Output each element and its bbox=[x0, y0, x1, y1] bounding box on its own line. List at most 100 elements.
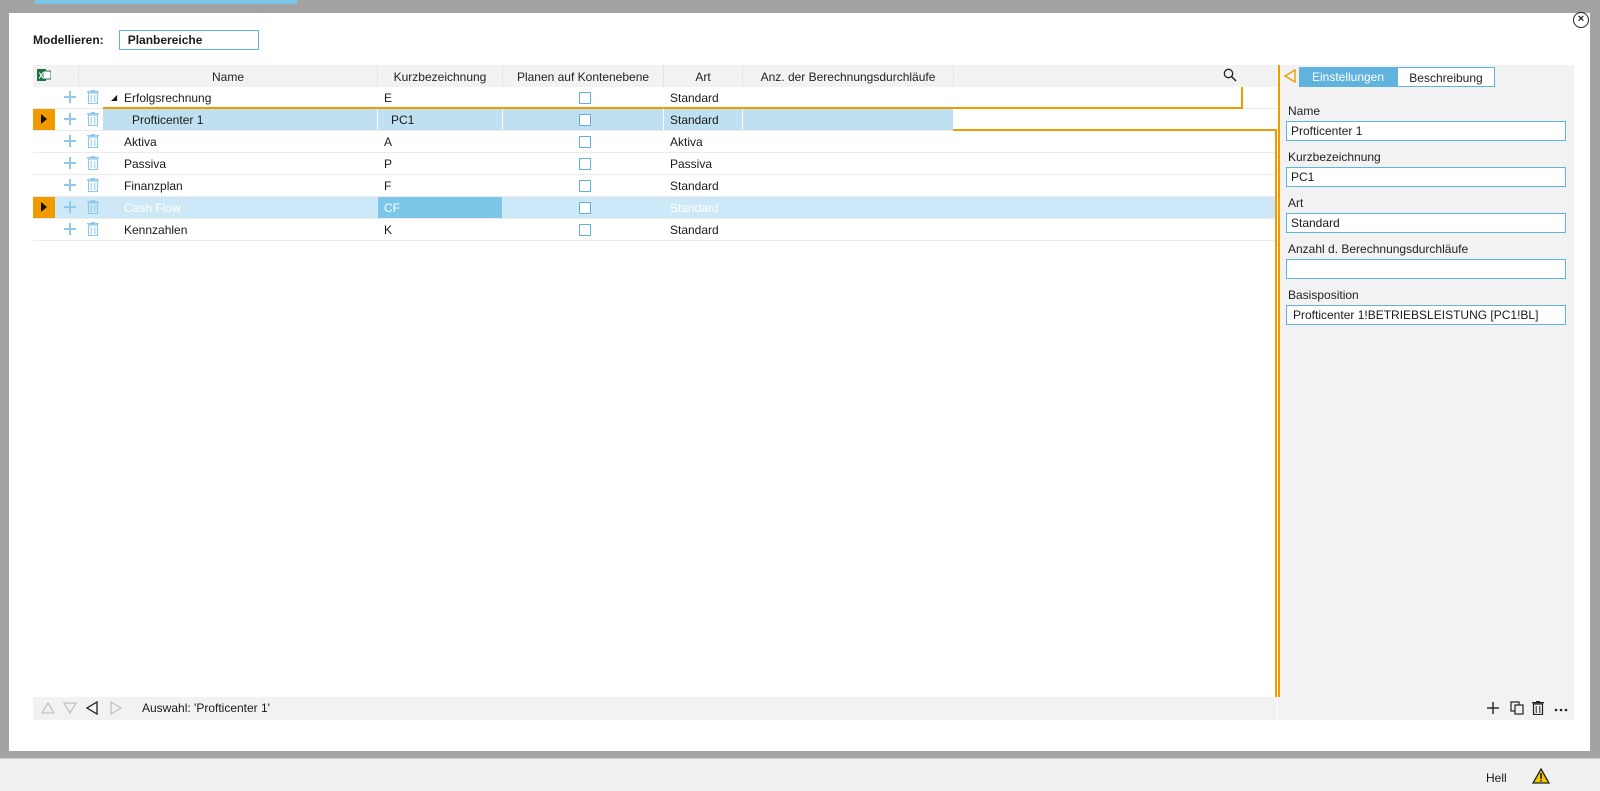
cell-divider bbox=[502, 109, 503, 130]
header-separator bbox=[953, 65, 954, 87]
add-child-icon[interactable] bbox=[64, 91, 76, 103]
expand-toggle-icon[interactable]: ◢ bbox=[111, 87, 119, 108]
row-divider bbox=[33, 240, 1277, 241]
cell-divider bbox=[663, 109, 664, 130]
trash-icon[interactable] bbox=[87, 200, 99, 214]
row-short: F bbox=[384, 179, 392, 193]
add-child-icon[interactable] bbox=[64, 223, 76, 235]
trash-icon[interactable] bbox=[87, 90, 99, 104]
more-icon[interactable] bbox=[1554, 701, 1568, 715]
add-child-icon[interactable] bbox=[64, 179, 76, 191]
field-label-art: Art bbox=[1288, 196, 1304, 210]
table-row[interactable]: Kennzahlen K Standard bbox=[33, 219, 1277, 240]
close-icon[interactable]: × bbox=[1573, 12, 1589, 28]
runs-field[interactable] bbox=[1286, 259, 1566, 279]
tab-einstellungen[interactable]: Einstellungen bbox=[1299, 67, 1397, 87]
excel-icon[interactable]: X bbox=[37, 68, 52, 82]
row-art: Standard bbox=[670, 179, 719, 193]
collapse-left-icon[interactable] bbox=[1283, 68, 1296, 84]
col-header-name[interactable]: Name bbox=[79, 65, 377, 87]
selection-status-text: Auswahl: 'Profticenter 1' bbox=[142, 701, 270, 715]
field-label-name: Name bbox=[1288, 104, 1321, 118]
selection-outline bbox=[1275, 129, 1277, 720]
add-child-icon[interactable] bbox=[64, 135, 76, 147]
plus-icon[interactable] bbox=[1486, 701, 1500, 715]
app-footer: Hell bbox=[0, 758, 1600, 791]
move-left-icon[interactable] bbox=[85, 700, 99, 716]
row-short: E bbox=[384, 91, 393, 105]
col-header-kurzbezeichnung[interactable]: Kurzbezeichnung bbox=[378, 65, 502, 87]
modeling-label: Modellieren: bbox=[33, 33, 104, 47]
table-row[interactable]: Finanzplan F Standard bbox=[33, 175, 1277, 196]
table-row-selected[interactable]: Profticenter 1 PC1 Standard bbox=[33, 109, 1277, 130]
row-name: Cash Flow bbox=[124, 201, 181, 215]
row-art: Standard bbox=[670, 91, 719, 105]
svg-text:X: X bbox=[39, 72, 45, 81]
trash-icon[interactable] bbox=[87, 222, 99, 236]
row-name: Erfolgsrechnung bbox=[124, 91, 212, 105]
plan-account-checkbox[interactable] bbox=[579, 158, 591, 170]
plan-account-checkbox[interactable] bbox=[579, 136, 591, 148]
name-field[interactable]: Profticenter 1 bbox=[1286, 121, 1566, 141]
row-indicator-icon bbox=[33, 109, 55, 130]
row-short: CF bbox=[384, 201, 400, 215]
plan-account-checkbox[interactable] bbox=[579, 114, 591, 126]
modeling-row: Modellieren: Planbereiche bbox=[33, 29, 259, 51]
row-name: Passiva bbox=[124, 157, 167, 171]
trash-icon[interactable] bbox=[87, 178, 99, 192]
table-row-hover[interactable]: Cash Flow CF Standard bbox=[33, 197, 1277, 218]
modeling-selector[interactable]: Planbereiche bbox=[118, 30, 259, 50]
trash-icon[interactable] bbox=[87, 156, 99, 170]
window-title-accent bbox=[35, 0, 297, 4]
warning-icon[interactable] bbox=[1531, 767, 1551, 784]
col-header-runs[interactable]: Anz. der Berechnungsdurchläufe bbox=[743, 65, 953, 87]
row-name: Kennzahlen bbox=[124, 223, 188, 237]
row-art: Standard bbox=[670, 113, 719, 127]
move-up-icon[interactable] bbox=[41, 701, 55, 715]
trash-icon[interactable] bbox=[87, 112, 99, 126]
row-short: A bbox=[384, 135, 393, 149]
type-field[interactable]: Standard bbox=[1286, 213, 1566, 233]
trash-icon[interactable] bbox=[1532, 701, 1546, 716]
panel-left-border bbox=[1278, 65, 1280, 720]
plan-account-checkbox[interactable] bbox=[579, 92, 591, 104]
table-row[interactable]: Passiva P Passiva bbox=[33, 153, 1277, 174]
short-name-field[interactable]: PC1 bbox=[1286, 167, 1566, 187]
selection-outline bbox=[103, 107, 1243, 109]
selection-outline bbox=[953, 129, 1277, 131]
plan-account-checkbox[interactable] bbox=[579, 224, 591, 236]
base-position-field[interactable]: Profticenter 1!BETRIEBSLEISTUNG [PC1!BL] bbox=[1286, 305, 1566, 325]
cell-divider bbox=[377, 109, 378, 130]
grid-status-bar: Auswahl: 'Profticenter 1' bbox=[33, 697, 1277, 720]
row-name: Aktiva bbox=[124, 135, 157, 149]
row-short: P bbox=[384, 157, 393, 171]
selection-outline bbox=[1241, 87, 1243, 109]
row-short: PC1 bbox=[391, 113, 415, 127]
grid-body: ◢ Erfolgsrechnung E Standard Profticente… bbox=[33, 87, 1277, 697]
add-child-icon[interactable] bbox=[64, 201, 76, 213]
tab-beschreibung[interactable]: Beschreibung bbox=[1397, 67, 1495, 87]
add-child-icon[interactable] bbox=[64, 157, 76, 169]
panel-header: Einstellungen Beschreibung bbox=[1278, 65, 1574, 720]
move-right-icon[interactable] bbox=[109, 701, 123, 715]
col-header-planen[interactable]: Planen auf Kontenebene bbox=[503, 65, 663, 87]
plan-account-checkbox[interactable] bbox=[579, 180, 591, 192]
copy-icon[interactable] bbox=[1510, 701, 1524, 715]
field-label-runs: Anzahl d. Berechnungsdurchläufe bbox=[1288, 242, 1469, 256]
search-icon[interactable] bbox=[1223, 68, 1237, 82]
add-child-icon[interactable] bbox=[64, 113, 76, 125]
theme-toggle[interactable]: Hell bbox=[1486, 771, 1507, 785]
table-row[interactable]: Aktiva A Aktiva bbox=[33, 131, 1277, 152]
col-header-art[interactable]: Art bbox=[664, 65, 742, 87]
trash-icon[interactable] bbox=[87, 134, 99, 148]
move-down-icon[interactable] bbox=[63, 701, 77, 715]
row-art: Passiva bbox=[670, 157, 713, 171]
row-name: Finanzplan bbox=[124, 179, 183, 193]
plan-account-checkbox[interactable] bbox=[579, 202, 591, 214]
row-indicator-icon bbox=[33, 197, 55, 218]
row-art: Standard bbox=[670, 223, 719, 237]
field-label-basisposition: Basisposition bbox=[1288, 288, 1359, 302]
properties-panel: Einstellungen Beschreibung Name Proftice… bbox=[1278, 65, 1574, 720]
table-row[interactable]: ◢ Erfolgsrechnung E Standard bbox=[33, 87, 1277, 108]
plan-areas-grid: X Name Kurzbezeichnung Planen auf Konten… bbox=[33, 65, 1277, 720]
